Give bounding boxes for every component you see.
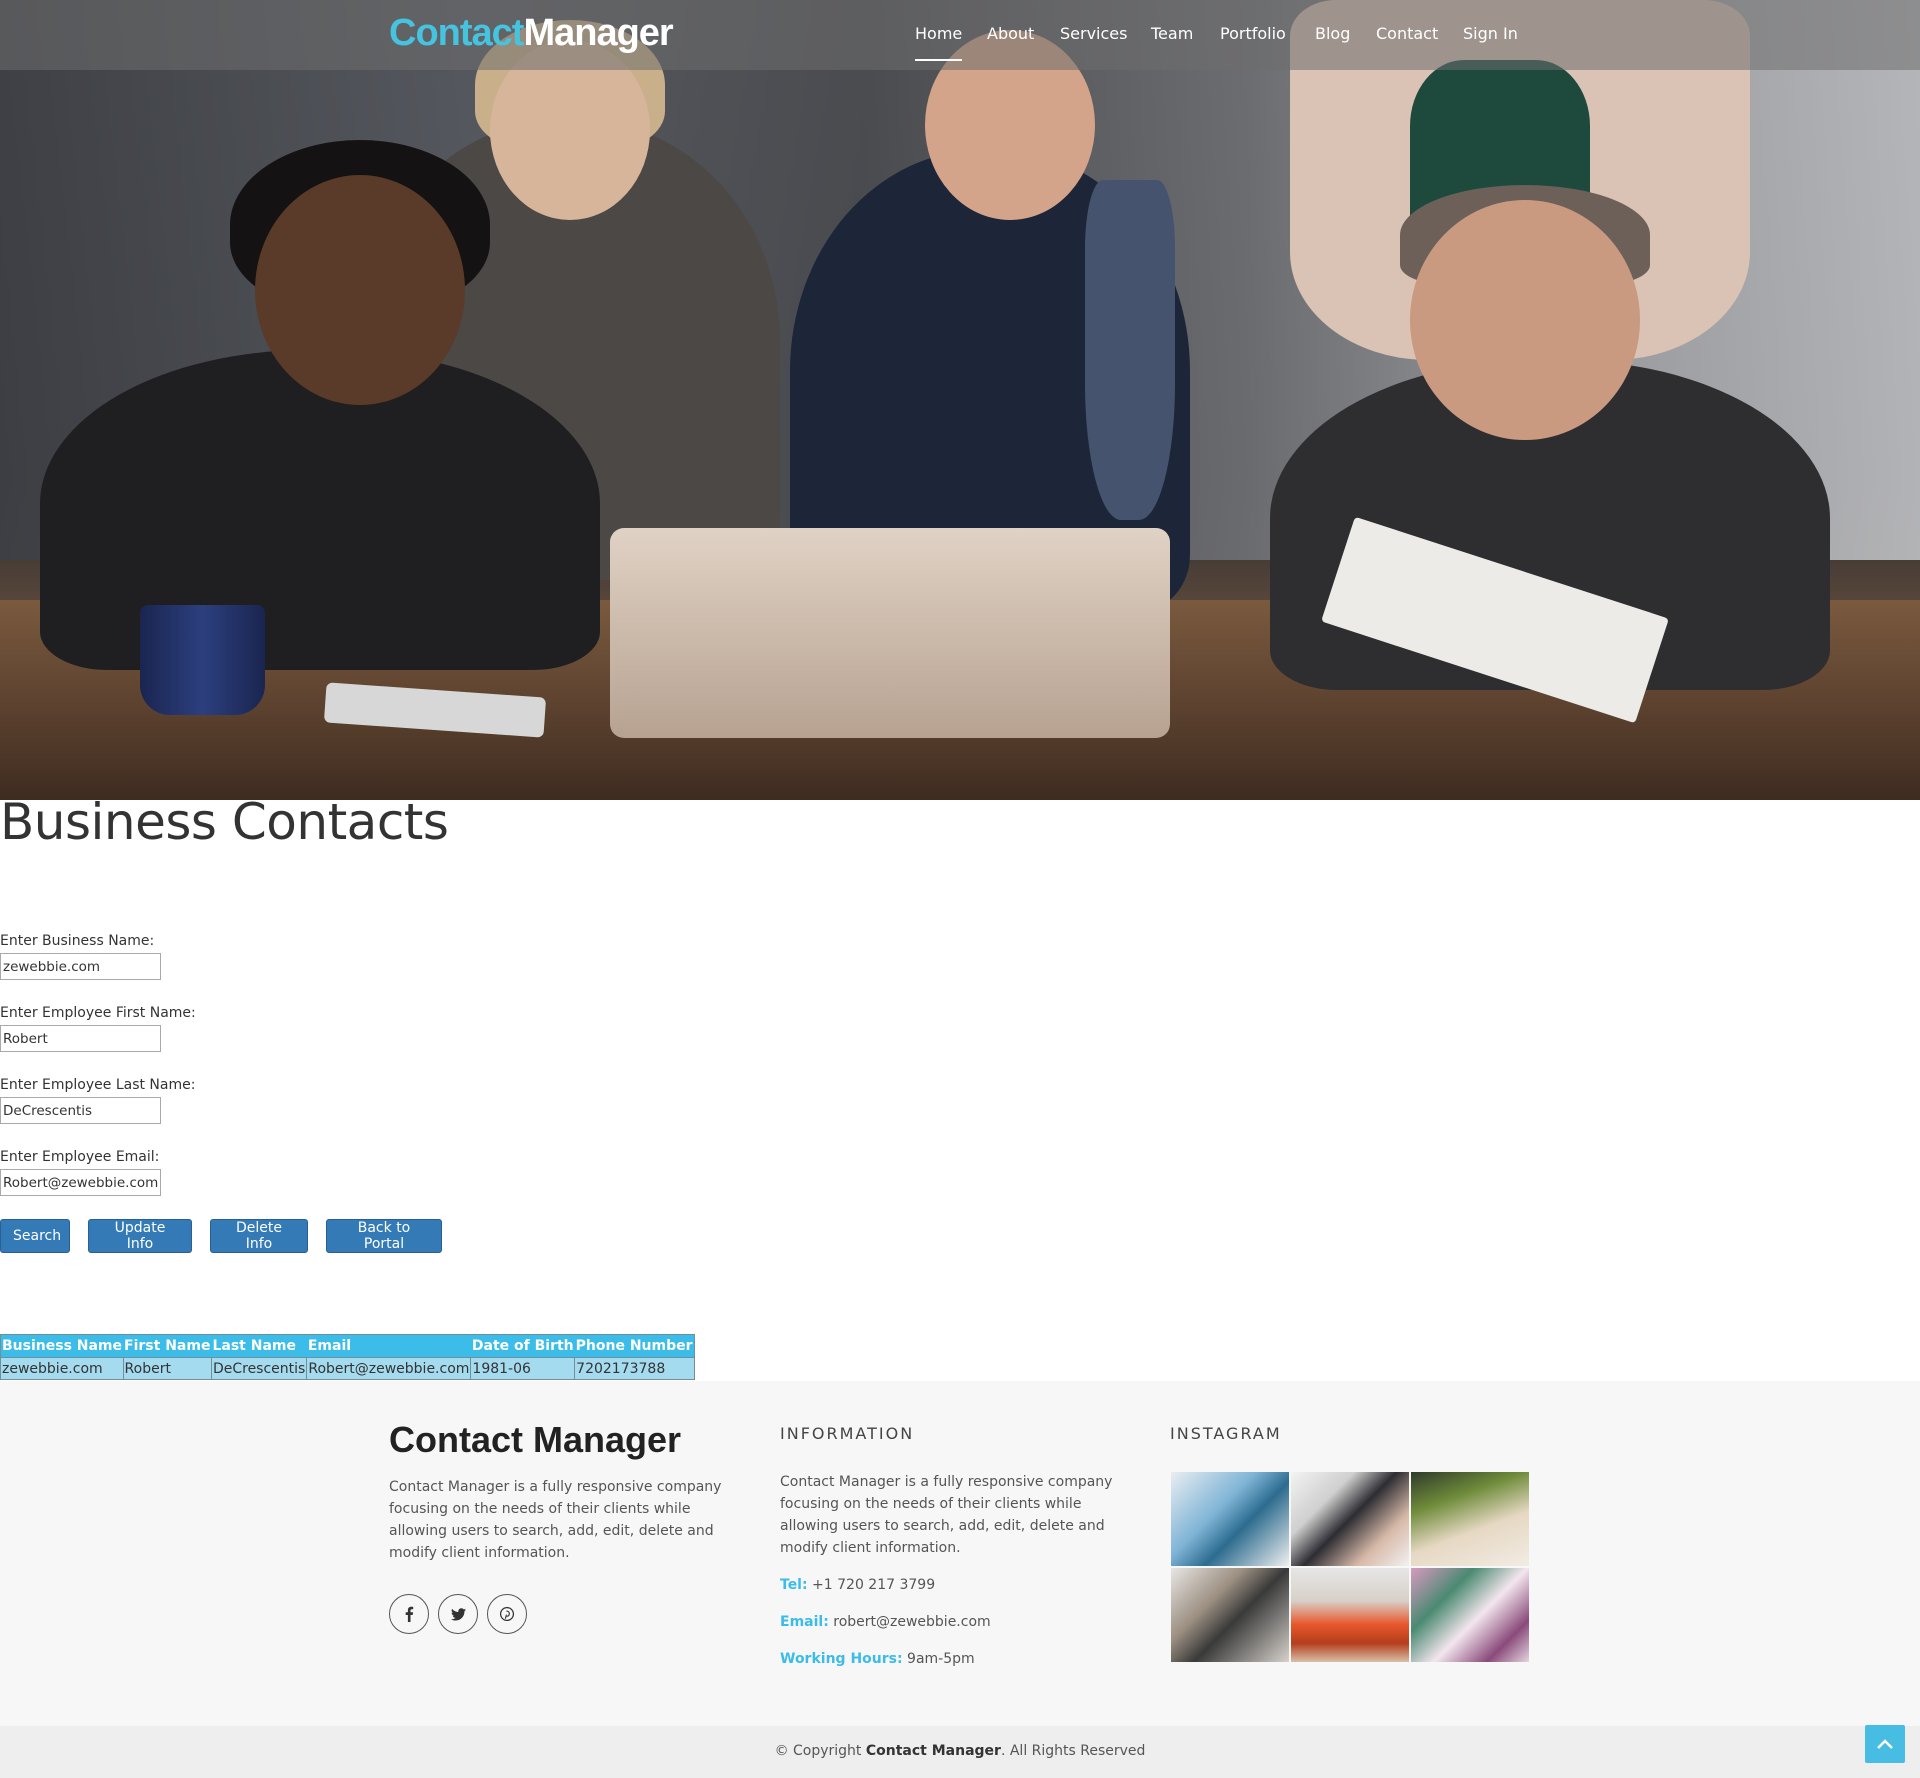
information-heading: INFORMATION [780,1424,915,1443]
information-text: Contact Manager is a fully responsive co… [780,1474,1113,1556]
tel-label: Tel: [780,1577,808,1593]
nav-services[interactable]: Services [1060,24,1127,43]
nav-contact[interactable]: Contact [1376,24,1438,43]
instagram-photo[interactable] [1411,1568,1529,1662]
table-cell: Robert [122,1357,212,1380]
business-name-label: Enter Business Name: [0,933,155,949]
column-header: Date of Birth [470,1334,575,1358]
last-name-input[interactable] [0,1097,161,1124]
copyright-brand: Contact Manager [865,1743,1001,1759]
back-to-portal-button[interactable]: Back to Portal [326,1219,442,1253]
email-label-footer: Email: [780,1614,829,1630]
nav-team[interactable]: Team [1151,24,1193,43]
copyright-text: © Copyright Contact Manager. All Rights … [774,1743,1146,1759]
email-value[interactable]: robert@zewebbie.com [833,1614,990,1630]
instagram-photo[interactable] [1411,1472,1529,1566]
business-name-input[interactable] [0,953,161,980]
hours-value: 9am-5pm [907,1651,975,1667]
instagram-photo[interactable] [1171,1472,1289,1566]
back-to-top-button[interactable] [1865,1725,1905,1763]
column-header: First Name [123,1334,212,1358]
instagram-heading: INSTAGRAM [1170,1424,1282,1443]
first-name-label: Enter Employee First Name: [0,1005,196,1021]
nav-home[interactable]: Home [915,24,963,61]
nav-portfolio[interactable]: Portfolio [1220,24,1286,43]
table-cell: 7202173788 [574,1357,695,1380]
facebook-icon[interactable] [389,1594,429,1634]
copyright-bar: © Copyright Contact Manager. All Rights … [0,1726,1920,1778]
footer-email: Email: robert@zewebbie.com [780,1614,991,1630]
results-table: Business Name First Name Last Name Email… [0,1334,695,1380]
hero-image [0,0,1920,800]
instagram-photo[interactable] [1291,1568,1409,1662]
column-header: Email [306,1334,471,1358]
update-info-button[interactable]: Update Info [88,1219,192,1253]
footer-tel: Tel: +1 720 217 3799 [780,1577,935,1593]
delete-info-button[interactable]: Delete Info [210,1219,308,1253]
column-header: Business Name [0,1334,124,1358]
twitter-icon[interactable] [438,1594,478,1634]
table-cell: 1981-06 [470,1357,576,1380]
email-label: Enter Employee Email: [0,1149,160,1165]
chevron-up-icon [1877,1739,1893,1749]
page-title: Business Contacts [0,793,449,851]
table-cell: DeCrescentis [210,1357,308,1380]
table-cell: Robert@zewebbie.com [306,1357,472,1380]
search-button[interactable]: Search [0,1219,70,1253]
tel-value[interactable]: +1 720 217 3799 [812,1577,935,1593]
footer: Contact Manager Contact Manager is a ful… [0,1381,1920,1726]
main-nav: Home About Services Team Portfolio Blog … [0,0,1920,70]
last-name-label: Enter Employee Last Name: [0,1077,196,1093]
email-input[interactable] [0,1169,161,1196]
instagram-photo[interactable] [1291,1472,1409,1566]
first-name-input[interactable] [0,1025,161,1052]
nav-sign-in[interactable]: Sign In [1463,24,1518,43]
instagram-photo[interactable] [1171,1568,1289,1662]
column-header: Last Name [211,1334,307,1358]
footer-title: Contact Manager [389,1419,682,1460]
navbar: ContactManager Home About Services Team … [0,0,1920,70]
table-header-row: Business Name First Name Last Name Email… [0,1334,695,1358]
column-header: Phone Number [574,1334,695,1358]
footer-about-text: Contact Manager is a fully responsive co… [389,1479,722,1561]
nav-blog[interactable]: Blog [1315,24,1350,43]
footer-hours: Working Hours: 9am-5pm [780,1651,975,1667]
pinterest-icon[interactable] [487,1594,527,1634]
hours-label: Working Hours: [780,1651,903,1667]
nav-about[interactable]: About [987,24,1034,43]
table-row: zewebbie.com Robert DeCrescentis Robert@… [0,1357,695,1380]
table-cell: zewebbie.com [0,1357,124,1380]
